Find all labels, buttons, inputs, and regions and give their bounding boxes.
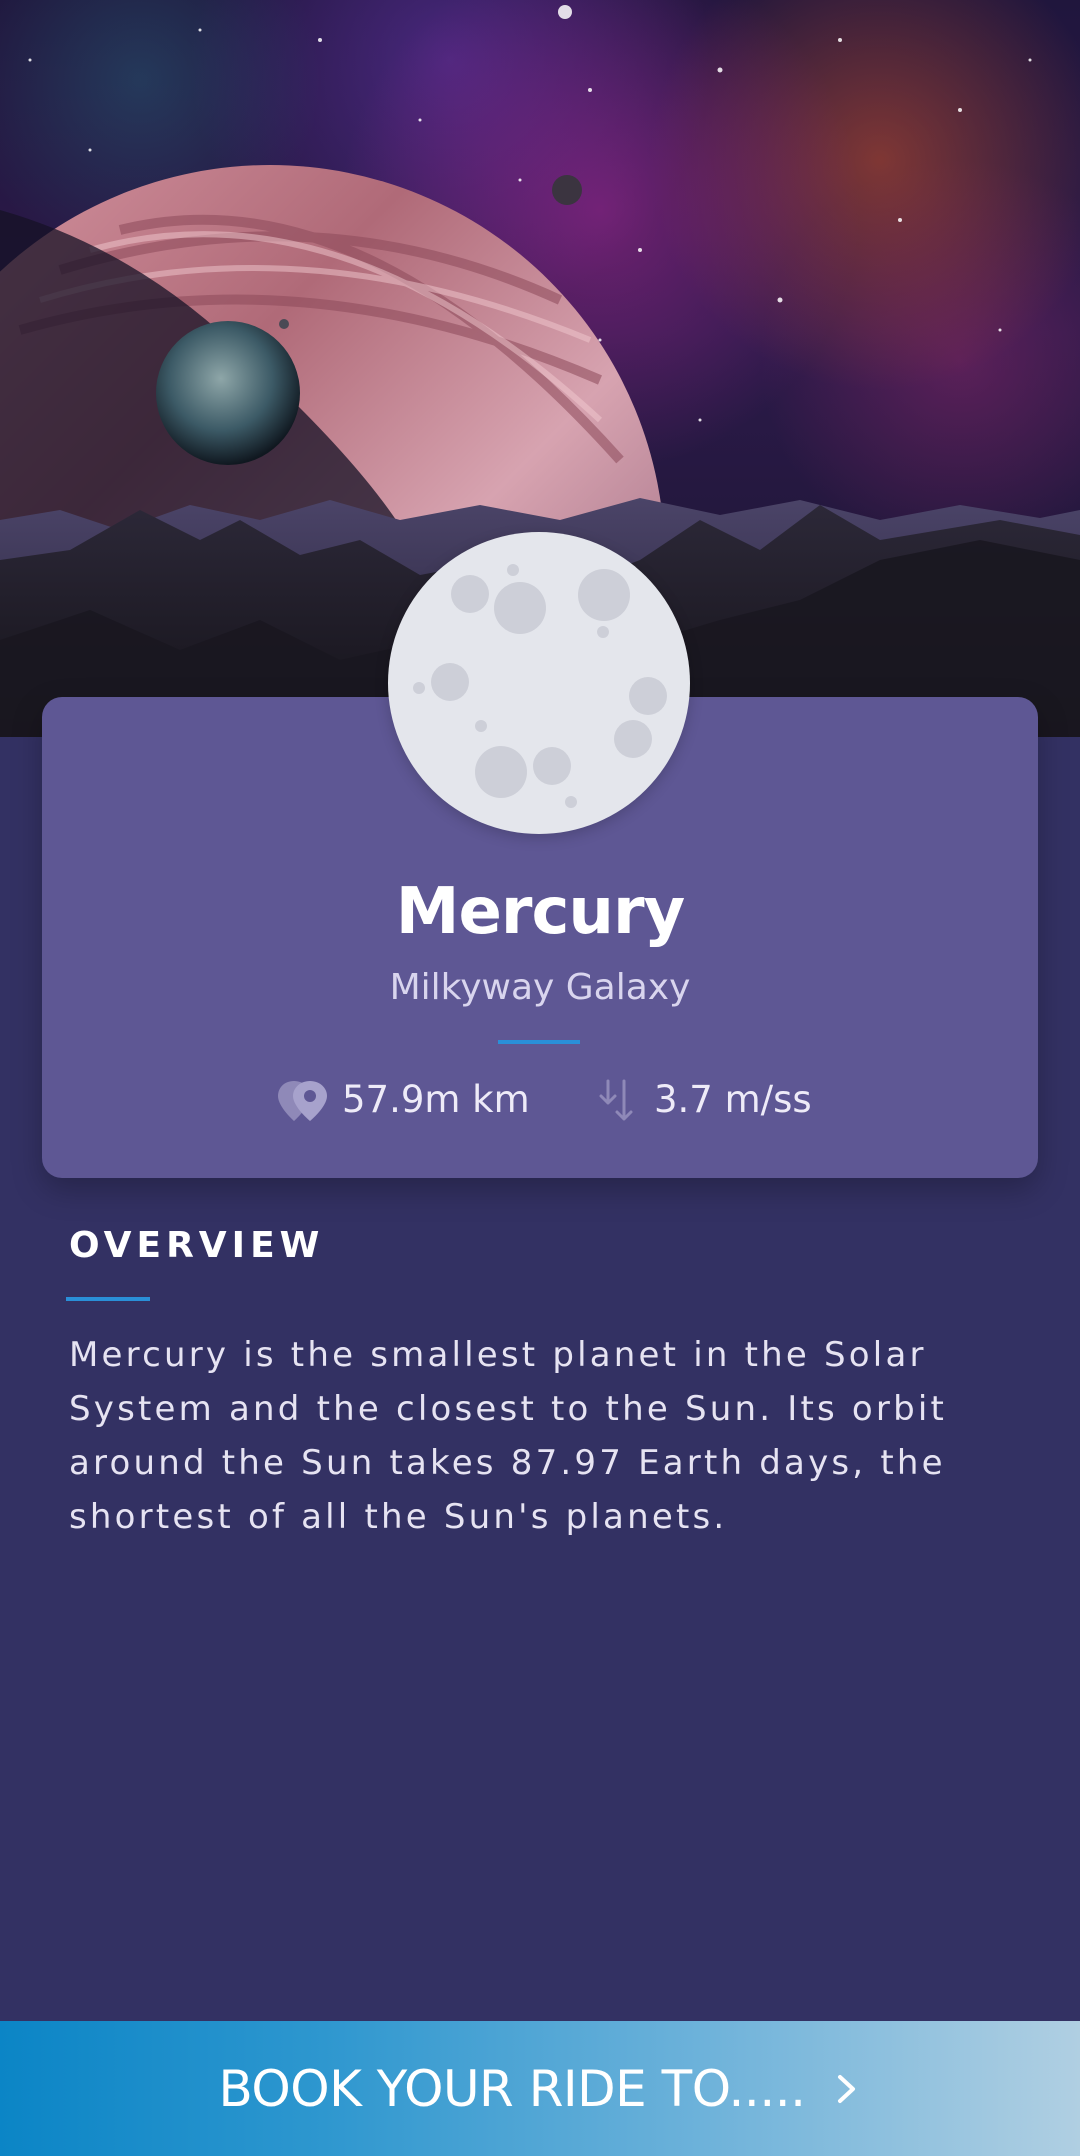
overview-heading: OVERVIEW <box>69 1225 325 1266</box>
planet-detail-screen: Mercury Milkyway Galaxy 57.9m km 3.7 m/s… <box>0 0 1080 2156</box>
distance-value: 57.9m km <box>342 1078 530 1121</box>
planet-name: Mercury <box>395 875 685 949</box>
distance-stat: 57.9m km <box>276 1075 530 1125</box>
mercury-planet-image <box>388 532 690 834</box>
planet-craters-illustration <box>413 564 667 808</box>
gravity-value: 3.7 m/ss <box>654 1078 812 1121</box>
map-pin-icon <box>276 1075 334 1125</box>
overview-divider <box>66 1297 150 1301</box>
chevron-right-icon <box>832 2069 862 2109</box>
planet-galaxy: Milkyway Galaxy <box>389 967 691 1008</box>
card-divider <box>498 1040 580 1044</box>
gravity-stat: 3.7 m/ss <box>588 1075 812 1125</box>
overview-text: Mercury is the smallest planet in the So… <box>69 1335 948 1537</box>
book-ride-button[interactable]: BOOK YOUR RIDE TO..... <box>0 2021 1080 2156</box>
arrows-down-icon <box>588 1075 646 1125</box>
book-ride-label: BOOK YOUR RIDE TO..... <box>218 2059 806 2118</box>
